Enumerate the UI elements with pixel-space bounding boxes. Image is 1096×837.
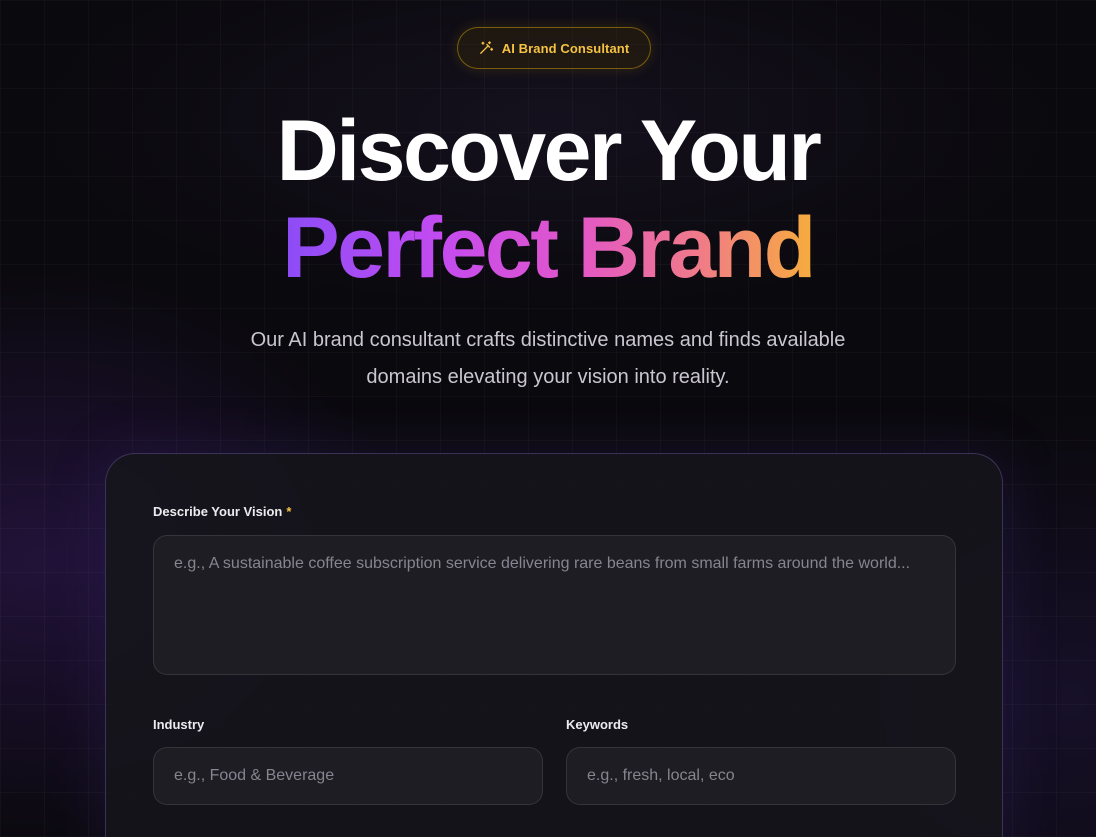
keywords-input[interactable] — [566, 747, 956, 805]
subtitle-line-1: Our AI brand consultant crafts distincti… — [250, 329, 846, 351]
industry-label: Industry — [153, 717, 205, 732]
vision-label-text: Describe Your Vision — [153, 504, 283, 519]
brand-form-card: Describe Your Vision* Industry Keywords — [105, 453, 1003, 837]
keywords-label: Keywords — [566, 717, 629, 732]
vision-textarea[interactable] — [153, 535, 956, 675]
subtitle-line-2: domains elevating your vision into reali… — [366, 366, 730, 388]
badge-label: AI Brand Consultant — [501, 40, 630, 56]
industry-input[interactable] — [153, 747, 543, 805]
hero-title: Discover Your — [276, 103, 822, 199]
vision-label: Describe Your Vision * — [153, 504, 291, 519]
hero-subtitle: Our AI brand consultant crafts distincti… — [200, 322, 896, 396]
page: AI Brand Consultant Discover Your Perfec… — [0, 0, 1096, 837]
ai-consultant-badge: AI Brand Consultant — [457, 27, 651, 69]
magic-wand-icon — [479, 41, 493, 54]
hero-highlight-text: Perfect Brand — [282, 200, 816, 296]
required-marker: * — [286, 504, 292, 519]
hero-title-highlight: Perfect Brand — [0, 200, 1096, 296]
